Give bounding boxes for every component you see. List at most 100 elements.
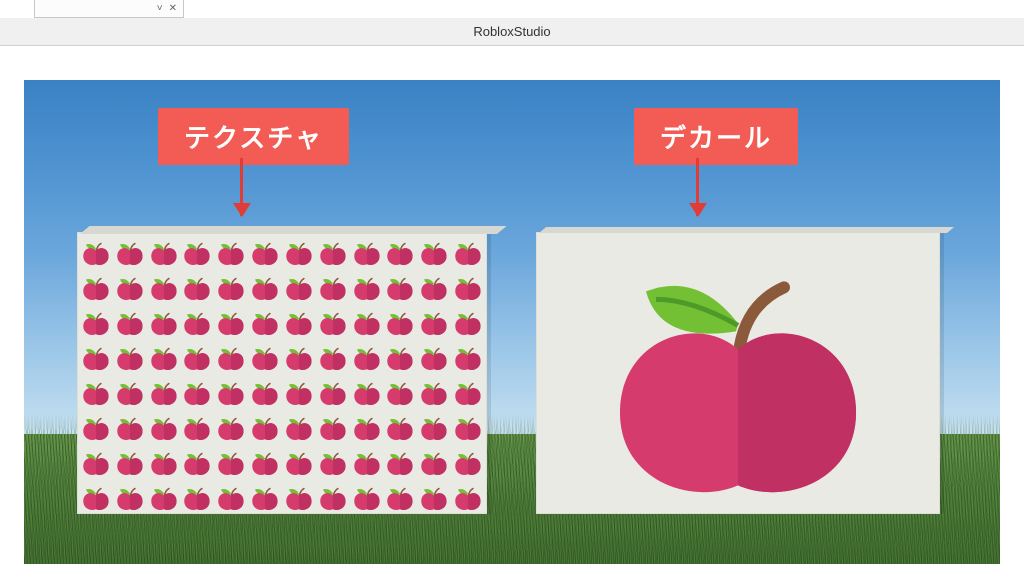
texture-tile	[383, 236, 417, 271]
texture-tile	[350, 271, 384, 306]
decal-block	[536, 232, 940, 514]
apple-decal	[588, 253, 888, 513]
texture-tile	[214, 341, 248, 376]
texture-tile	[248, 306, 282, 341]
texture-tile	[147, 481, 181, 514]
texture-tile	[180, 481, 214, 514]
label-decal: デカール	[634, 108, 798, 165]
texture-tile	[79, 446, 113, 481]
texture-tile	[451, 271, 485, 306]
texture-tile	[214, 411, 248, 446]
texture-tile	[147, 341, 181, 376]
viewport[interactable]: テクスチャ デカール	[24, 80, 1000, 564]
texture-tile	[79, 376, 113, 411]
texture-tile	[451, 481, 485, 514]
texture-tile	[113, 446, 147, 481]
texture-tile	[282, 481, 316, 514]
texture-tile	[316, 236, 350, 271]
texture-block	[77, 232, 487, 514]
texture-tile	[451, 341, 485, 376]
texture-tile	[79, 271, 113, 306]
texture-tile	[282, 271, 316, 306]
window-title: RobloxStudio	[473, 24, 550, 39]
arrow-texture	[240, 158, 243, 216]
texture-tile	[147, 306, 181, 341]
texture-tile	[350, 376, 384, 411]
texture-tile	[316, 376, 350, 411]
texture-tile	[316, 271, 350, 306]
texture-tile	[383, 271, 417, 306]
texture-tile	[417, 271, 451, 306]
texture-tile	[417, 411, 451, 446]
texture-pattern	[77, 232, 487, 514]
texture-tile	[214, 236, 248, 271]
texture-tile	[417, 446, 451, 481]
tab-dropdown-icon[interactable]: ˅	[157, 3, 163, 14]
texture-tile	[417, 341, 451, 376]
texture-tile	[180, 411, 214, 446]
texture-tile	[180, 236, 214, 271]
texture-tile	[79, 341, 113, 376]
texture-tile	[350, 411, 384, 446]
label-texture-text: テクスチャ	[184, 123, 323, 153]
texture-tile	[214, 481, 248, 514]
texture-tile	[147, 411, 181, 446]
texture-tile	[350, 446, 384, 481]
texture-tile	[282, 376, 316, 411]
texture-tile	[350, 236, 384, 271]
texture-tile	[113, 271, 147, 306]
texture-tile	[79, 236, 113, 271]
texture-tile	[350, 306, 384, 341]
texture-tile	[451, 306, 485, 341]
tab-stub: ˅ ✕	[34, 0, 184, 18]
texture-tile	[451, 376, 485, 411]
texture-tile	[147, 446, 181, 481]
texture-tile	[79, 306, 113, 341]
texture-tile	[214, 446, 248, 481]
texture-tile	[214, 306, 248, 341]
texture-tile	[180, 341, 214, 376]
texture-tile	[248, 236, 282, 271]
texture-tile	[417, 376, 451, 411]
texture-tile	[79, 411, 113, 446]
texture-tile	[417, 236, 451, 271]
texture-tile	[79, 481, 113, 514]
texture-tile	[282, 446, 316, 481]
texture-tile	[316, 446, 350, 481]
texture-tile	[316, 306, 350, 341]
texture-tile	[113, 341, 147, 376]
texture-tile	[147, 271, 181, 306]
texture-tile	[417, 481, 451, 514]
texture-tile	[214, 376, 248, 411]
texture-tile	[383, 446, 417, 481]
label-texture: テクスチャ	[158, 108, 349, 165]
texture-tile	[180, 271, 214, 306]
texture-tile	[282, 306, 316, 341]
texture-tile	[316, 411, 350, 446]
texture-tile	[350, 341, 384, 376]
texture-tile	[248, 271, 282, 306]
texture-tile	[383, 341, 417, 376]
texture-tile	[248, 341, 282, 376]
title-bar: RobloxStudio	[0, 18, 1024, 46]
texture-tile	[180, 306, 214, 341]
texture-tile	[316, 341, 350, 376]
texture-tile	[113, 306, 147, 341]
texture-tile	[316, 481, 350, 514]
texture-tile	[282, 411, 316, 446]
texture-tile	[383, 411, 417, 446]
arrow-decal	[696, 158, 699, 216]
texture-tile	[113, 376, 147, 411]
texture-tile	[350, 481, 384, 514]
texture-tile	[113, 236, 147, 271]
toolbar-strip	[0, 46, 1024, 80]
texture-tile	[383, 376, 417, 411]
texture-tile	[451, 236, 485, 271]
texture-tile	[451, 446, 485, 481]
texture-tile	[214, 271, 248, 306]
label-decal-text: デカール	[660, 123, 772, 153]
texture-tile	[383, 306, 417, 341]
texture-tile	[248, 376, 282, 411]
texture-tile	[248, 446, 282, 481]
tab-close-icon[interactable]: ✕	[169, 3, 177, 14]
